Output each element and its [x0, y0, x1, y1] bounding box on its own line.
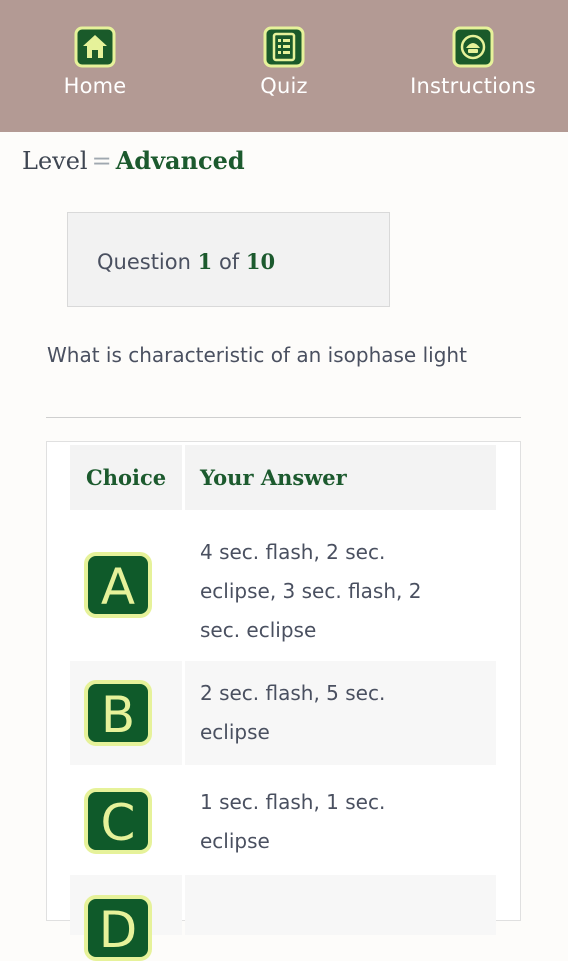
nav-instructions[interactable]: Instructions: [378, 26, 568, 98]
answer-a-line-3: sec. eclipse: [200, 618, 317, 642]
answer-table: Choice Your Answer A 4 sec. flash, 2 sec…: [46, 441, 521, 961]
answer-row-b[interactable]: B 2 sec. flash, 5 sec. eclipse: [70, 661, 496, 765]
nav-home[interactable]: Home: [0, 26, 190, 98]
nav-quiz-label: Quiz: [260, 74, 308, 98]
instructions-icon: [452, 26, 494, 68]
choice-a-button[interactable]: A: [84, 552, 152, 618]
answer-row-d[interactable]: D: [70, 875, 496, 961]
choice-c-letter: C: [101, 794, 136, 852]
quiz-list-icon: [263, 26, 305, 68]
header-your-answer: Your Answer: [185, 445, 496, 510]
answer-a-line-2: eclipse, 3 sec. flash, 2: [200, 579, 422, 603]
top-navigation-bar: Home Quiz Instructions: [0, 0, 568, 132]
level-label: Level: [22, 147, 88, 175]
question-counter-box: Question 1 of 10: [67, 212, 390, 307]
home-icon: [74, 26, 116, 68]
question-counter-prefix: Question: [97, 250, 191, 274]
nav-quiz[interactable]: Quiz: [189, 26, 379, 98]
choice-a-letter: A: [101, 558, 135, 616]
choice-cell: A: [70, 513, 182, 659]
question-total-number: 10: [245, 249, 276, 274]
answer-row-c[interactable]: C 1 sec. flash, 1 sec. eclipse: [70, 767, 496, 873]
nav-instructions-label: Instructions: [410, 74, 536, 98]
question-counter-of: of: [218, 250, 240, 274]
choice-b-letter: B: [101, 686, 135, 744]
answer-cell: 2 sec. flash, 5 sec. eclipse: [185, 661, 496, 765]
choice-cell: C: [70, 767, 182, 873]
answer-cell: 4 sec. flash, 2 sec. eclipse, 3 sec. fla…: [185, 513, 496, 659]
answer-a-text: 4 sec. flash, 2 sec. eclipse, 3 sec. fla…: [200, 533, 490, 650]
choice-d-button[interactable]: D: [84, 895, 152, 961]
choice-cell: B: [70, 661, 182, 765]
question-counter: Question 1 of 10: [97, 249, 275, 274]
answer-row-a[interactable]: A 4 sec. flash, 2 sec. eclipse, 3 sec. f…: [70, 513, 496, 659]
answer-c-text: 1 sec. flash, 1 sec. eclipse: [200, 783, 490, 861]
level-indicator: Level = Advanced: [22, 146, 245, 175]
divider: [46, 417, 521, 418]
question-current-number: 1: [197, 249, 213, 274]
answer-b-line-2: eclipse: [200, 720, 270, 744]
answer-cell: 1 sec. flash, 1 sec. eclipse: [185, 767, 496, 873]
answer-a-line-1: 4 sec. flash, 2 sec.: [200, 540, 386, 564]
choice-d-letter: D: [99, 901, 138, 959]
answer-c-line-2: eclipse: [200, 829, 270, 853]
choice-c-button[interactable]: C: [84, 788, 152, 854]
choice-cell: D: [70, 875, 182, 961]
nav-home-label: Home: [63, 74, 127, 98]
answer-c-line-1: 1 sec. flash, 1 sec.: [200, 790, 386, 814]
choice-b-button[interactable]: B: [84, 680, 152, 746]
level-value: Advanced: [115, 146, 245, 175]
level-separator: =: [91, 147, 112, 175]
answer-b-text: 2 sec. flash, 5 sec. eclipse: [200, 674, 490, 752]
question-text: What is characteristic of an isophase li…: [47, 343, 467, 367]
answer-b-line-1: 2 sec. flash, 5 sec.: [200, 681, 386, 705]
answer-cell: [185, 875, 496, 935]
header-choice: Choice: [70, 445, 182, 510]
